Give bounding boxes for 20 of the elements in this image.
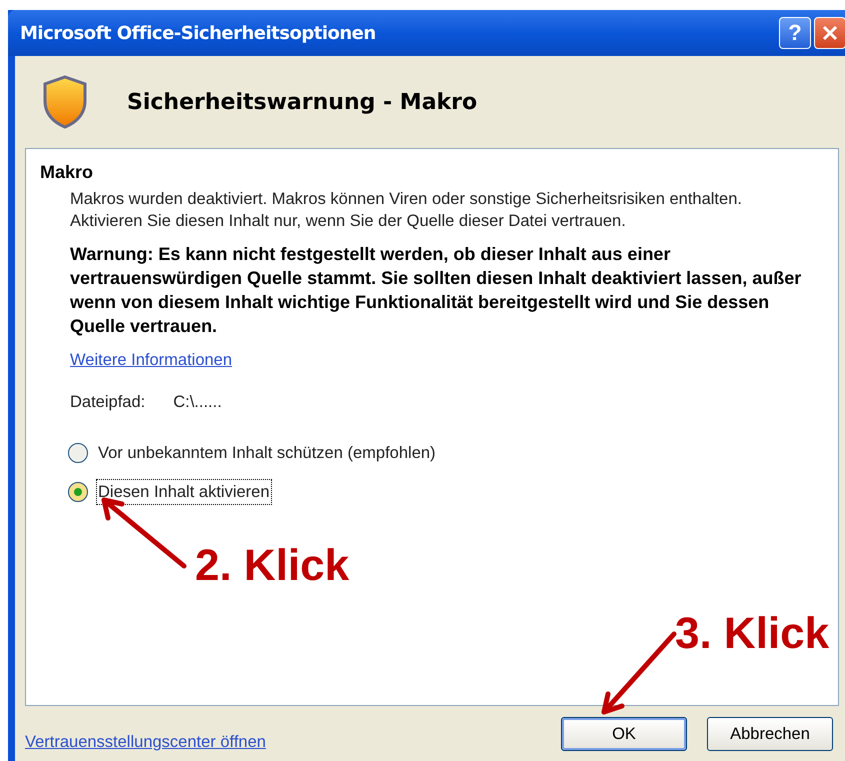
annotation-label: 3. Klick <box>675 612 830 656</box>
radio-button[interactable] <box>68 443 88 464</box>
description-text: Makros wurden deaktiviert. Makros können Viren oder sonstige Sicherheitsrisiken enthalten. Aktivieren Sie diesen Inhalt nur, wenn Sie der Quelle dieser Datei vertrauen. <box>70 189 743 232</box>
option-label[interactable]: Diesen Inhalt aktivieren <box>96 478 272 506</box>
window-title: Microsoft Office-Sicherheitsoptionen <box>20 22 376 46</box>
annotation-label: 2. Klick <box>195 544 350 588</box>
more-info-link[interactable]: Weitere Informationen <box>70 351 232 369</box>
option-label[interactable]: Vor unbekanntem Inhalt schützen (empfohlen) <box>96 440 438 466</box>
file-path-label: Dateipfad: <box>70 392 146 413</box>
cancel-button[interactable]: Abbrechen <box>707 717 833 751</box>
shield-icon <box>41 75 89 129</box>
close-button[interactable] <box>814 17 845 49</box>
section-heading: Makro <box>40 161 94 184</box>
radio-button[interactable] <box>68 482 88 502</box>
file-path-value: C:\...... <box>173 392 222 413</box>
close-icon <box>821 24 839 42</box>
ok-button[interactable]: OK <box>561 717 687 751</box>
trust-center-link[interactable]: Vertrauensstellungscenter öffnen <box>25 730 266 754</box>
dialog-heading: Sicherheitswarnung - Makro <box>127 88 478 116</box>
warning-text: Warnung: Es kann nicht festgestellt werden, ob dieser Inhalt aus einer vertrauenswürdigen Quelle stammt. Sie sollten diesen Inhalt deaktiviert lassen, außer wenn von diesem Inhalt wichtige Funktionalität bereitgestellt wird und Sie dessen Quelle vertrauen. <box>70 243 802 338</box>
